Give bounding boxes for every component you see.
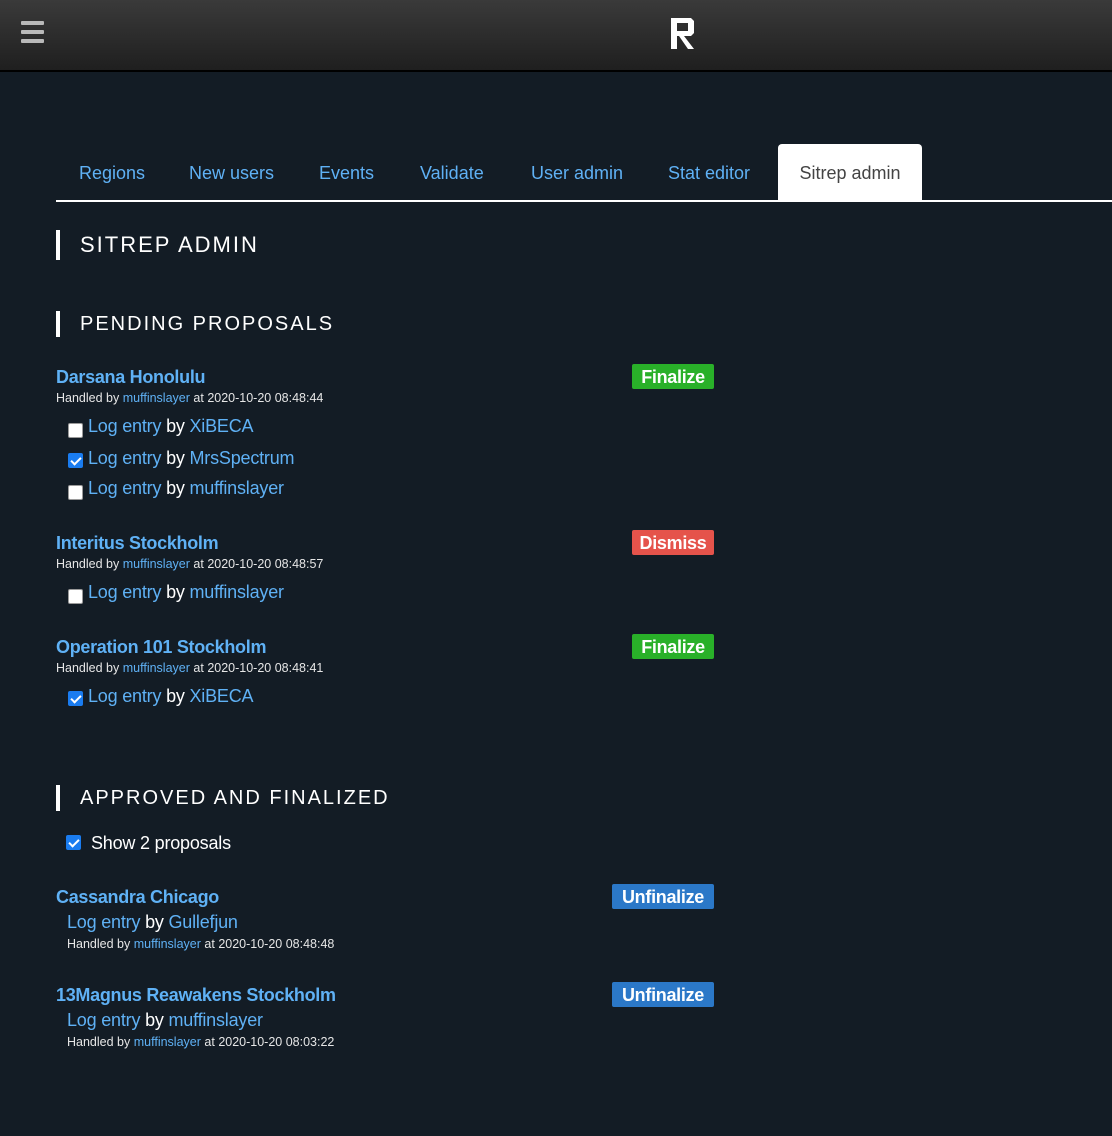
tab-validate[interactable]: Validate [420, 144, 484, 200]
author-link[interactable]: muffinslayer [190, 582, 285, 602]
unfinalize-button[interactable]: Unfinalize [612, 884, 714, 909]
show-proposals-label[interactable]: Show 2 proposals [91, 833, 231, 854]
r-logo-icon[interactable] [671, 18, 695, 55]
log-entry-row: Log entry by muffinslayer [88, 582, 285, 602]
show-proposals-checkbox[interactable] [66, 835, 81, 850]
proposal-title[interactable]: Operation 101 Stockholm [56, 637, 266, 658]
timestamp: 2020-10-20 08:48:48 [218, 937, 335, 951]
handler-link[interactable]: muffinslayer [123, 557, 190, 571]
author-link[interactable]: muffinslayer [190, 478, 285, 498]
timestamp: 2020-10-20 08:48:41 [207, 661, 324, 675]
tab-regions[interactable]: Regions [79, 144, 145, 200]
handled-by-text: Handled by muffinslayer at 2020-10-20 08… [56, 391, 324, 405]
log-entry-row: Log entry by XiBECA [88, 686, 254, 706]
timestamp: 2020-10-20 08:48:57 [207, 557, 324, 571]
dismiss-button[interactable]: Dismiss [632, 530, 714, 555]
timestamp: 2020-10-20 08:48:44 [207, 391, 324, 405]
handler-link[interactable]: muffinslayer [123, 661, 190, 675]
log-entry-checkbox[interactable] [68, 589, 83, 604]
log-entry-link[interactable]: Log entry [67, 912, 140, 932]
log-entry-row: Log entry by Gullefjun [67, 912, 238, 932]
tab-events[interactable]: Events [319, 144, 374, 200]
tab-new-users[interactable]: New users [189, 144, 274, 200]
handler-link[interactable]: muffinslayer [134, 937, 201, 951]
hamburger-menu-icon[interactable] [21, 21, 44, 43]
tab-stat-editor[interactable]: Stat editor [668, 144, 750, 200]
handled-by-text: Handled by muffinslayer at 2020-10-20 08… [56, 661, 324, 675]
log-entry-link[interactable]: Log entry [88, 416, 161, 436]
author-link[interactable]: Gullefjun [169, 912, 238, 932]
admin-tabs: Regions New users Events Validate User a… [56, 144, 1112, 202]
page-title: SITREP ADMIN [56, 230, 259, 260]
finalize-button[interactable]: Finalize [632, 634, 714, 659]
log-entry-row: Log entry by MrsSpectrum [88, 448, 295, 468]
handler-link[interactable]: muffinslayer [134, 1035, 201, 1049]
handled-by-text: Handled by muffinslayer at 2020-10-20 08… [67, 937, 335, 951]
approved-title[interactable]: Cassandra Chicago [56, 887, 219, 908]
unfinalize-button[interactable]: Unfinalize [612, 982, 714, 1007]
log-entry-link[interactable]: Log entry [67, 1010, 140, 1030]
handler-link[interactable]: muffinslayer [123, 391, 190, 405]
log-entry-checkbox[interactable] [68, 423, 83, 438]
approved-title[interactable]: 13Magnus Reawakens Stockholm [56, 985, 336, 1006]
handled-by-text: Handled by muffinslayer at 2020-10-20 08… [56, 557, 324, 571]
log-entry-row: Log entry by muffinslayer [88, 478, 285, 498]
proposal-title[interactable]: Darsana Honolulu [56, 367, 206, 388]
log-entry-row: Log entry by muffinslayer [67, 1010, 264, 1030]
log-entry-checkbox[interactable] [68, 453, 83, 468]
log-entry-link[interactable]: Log entry [88, 448, 161, 468]
author-link[interactable]: MrsSpectrum [190, 448, 295, 468]
finalize-button[interactable]: Finalize [632, 364, 714, 389]
top-bar [0, 0, 1112, 72]
author-link[interactable]: XiBECA [190, 686, 254, 706]
log-entry-link[interactable]: Log entry [88, 686, 161, 706]
log-entry-row: Log entry by XiBECA [88, 416, 254, 436]
timestamp: 2020-10-20 08:03:22 [218, 1035, 335, 1049]
approved-finalized-heading: APPROVED AND FINALIZED [56, 785, 390, 811]
tab-user-admin[interactable]: User admin [531, 144, 623, 200]
log-entry-link[interactable]: Log entry [88, 582, 161, 602]
log-entry-checkbox[interactable] [68, 691, 83, 706]
pending-proposals-heading: PENDING PROPOSALS [56, 311, 334, 337]
author-link[interactable]: muffinslayer [169, 1010, 264, 1030]
proposal-title[interactable]: Interitus Stockholm [56, 533, 219, 554]
tab-sitrep-admin[interactable]: Sitrep admin [778, 144, 922, 200]
log-entry-checkbox[interactable] [68, 485, 83, 500]
handled-by-text: Handled by muffinslayer at 2020-10-20 08… [67, 1035, 335, 1049]
log-entry-link[interactable]: Log entry [88, 478, 161, 498]
author-link[interactable]: XiBECA [190, 416, 254, 436]
